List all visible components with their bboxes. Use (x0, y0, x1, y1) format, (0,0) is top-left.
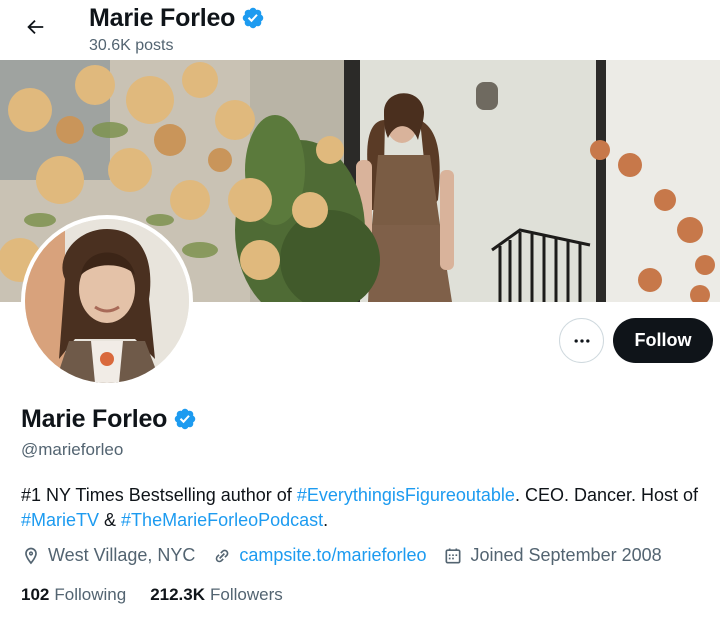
location-item: West Village, NYC (21, 545, 195, 566)
header-name: Marie Forleo (89, 4, 236, 32)
bio-text: . (323, 510, 329, 530)
post-count: 30.6K posts (89, 37, 174, 54)
more-icon (574, 338, 589, 343)
website-item: campsite.to/marieforleo (212, 545, 426, 566)
following-label: Following (54, 585, 127, 604)
joined-item: Joined September 2008 (443, 545, 662, 566)
verified-badge-icon[interactable] (173, 407, 197, 431)
link-icon (216, 549, 229, 562)
back-button[interactable] (17, 9, 53, 45)
arrow-left-icon (27, 19, 44, 35)
joined-text: Joined September 2008 (470, 545, 662, 565)
more-button[interactable] (559, 318, 604, 363)
following-link[interactable]: 102 Following (21, 585, 126, 605)
followers-label: Followers (210, 585, 283, 604)
bio-text: & (99, 510, 122, 530)
hashtag-link[interactable]: #TheMarieForleoPodcast (121, 510, 323, 530)
bio-text: #1 NY Times Bestselling author of (21, 485, 297, 505)
follow-button[interactable]: Follow (613, 318, 713, 363)
location-text: West Village, NYC (48, 545, 196, 565)
verified-badge-icon (243, 7, 264, 29)
header-title-row: Marie Forleo (89, 3, 265, 33)
hashtag-link[interactable]: #MarieTV (21, 510, 99, 530)
bio-text: . CEO. Dancer. Host of (514, 485, 699, 505)
profile-name-row: Marie Forleo (21, 403, 197, 435)
profile-stats: 102 Following 212.3K Followers (21, 585, 307, 605)
following-count: 102 (21, 585, 50, 604)
hashtag-link[interactable]: #EverythingisFigureoutable (297, 485, 515, 505)
avatar-image (25, 219, 189, 383)
website-link[interactable]: campsite.to/marieforleo (239, 545, 426, 566)
location-pin-icon (25, 547, 37, 564)
profile-name: Marie Forleo (21, 405, 168, 433)
profile-bio: #1 NY Times Bestselling author of #Every… (21, 483, 711, 533)
calendar-icon (445, 548, 461, 563)
profile-handle: @marieforleo (21, 440, 124, 459)
profile-meta: West Village, NYC campsite.to/marieforle… (21, 545, 679, 566)
followers-link[interactable]: 212.3K Followers (150, 585, 283, 605)
followers-count: 212.3K (150, 585, 206, 604)
top-bar: Marie Forleo 30.6K posts (0, 0, 720, 60)
avatar[interactable] (21, 215, 193, 387)
